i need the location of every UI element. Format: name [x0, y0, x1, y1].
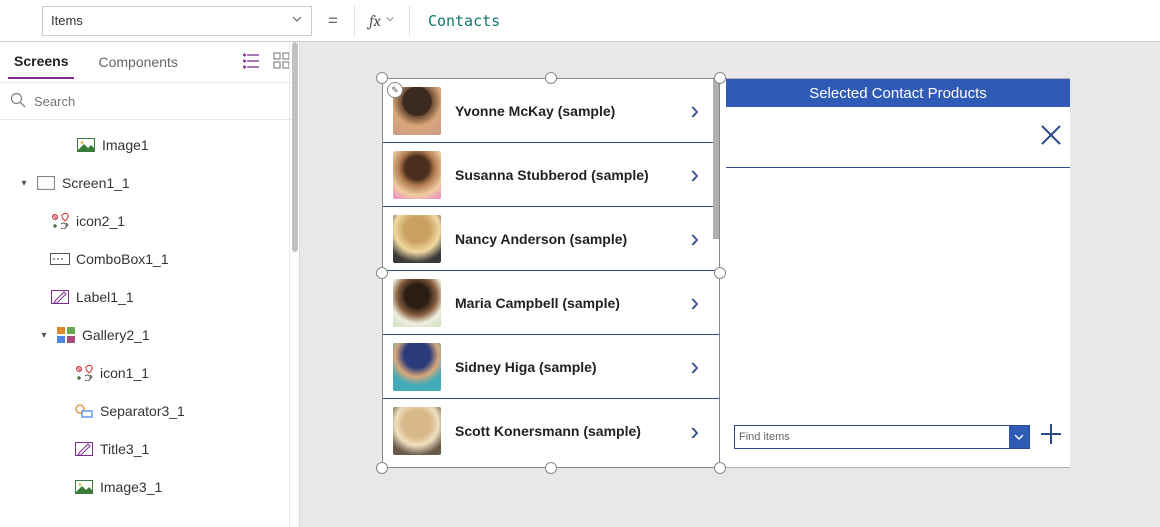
tree-label: Image1: [102, 137, 149, 153]
list-view-icon[interactable]: [243, 52, 261, 73]
tree: Image1 ▾ Screen1_1 icon2_1 ComboBox1_1 L…: [0, 120, 299, 527]
selection-outline: ✎: [382, 78, 720, 468]
search-row: [0, 82, 299, 120]
chevron-down-icon: [291, 13, 303, 28]
group-icon: [50, 213, 70, 229]
search-input[interactable]: [34, 94, 289, 109]
image-icon: [74, 479, 94, 495]
add-icon[interactable]: [1038, 421, 1064, 453]
resize-handle[interactable]: [545, 72, 557, 84]
chevron-down-icon[interactable]: [1009, 426, 1029, 448]
tree-item-separator3-1[interactable]: Separator3_1: [0, 392, 299, 430]
find-items-combobox[interactable]: Find items: [734, 425, 1030, 449]
tree-item-screen1-1[interactable]: ▾ Screen1_1: [0, 164, 299, 202]
gallery-icon: [56, 327, 76, 343]
scrollbar-thumb[interactable]: [292, 42, 298, 252]
resize-handle[interactable]: [714, 462, 726, 474]
divider: [726, 167, 1070, 168]
fx-icon: fx: [369, 12, 381, 30]
edit-pencil-icon[interactable]: ✎: [387, 82, 403, 98]
canvas[interactable]: Yvonne McKay (sample) › Susanna Stubbero…: [300, 42, 1160, 527]
selected-products-panel: Selected Contact Products Find items: [726, 79, 1070, 467]
property-name: Items: [51, 13, 83, 28]
caret-down-icon: ▾: [38, 330, 50, 341]
chevron-down-icon: [385, 14, 395, 27]
fx-dropdown[interactable]: fx: [354, 6, 410, 36]
tree-label: Screen1_1: [62, 175, 130, 191]
separator-icon: [74, 403, 94, 419]
tree-label: ComboBox1_1: [76, 251, 169, 267]
tree-item-gallery2-1[interactable]: ▾ Gallery2_1: [0, 316, 299, 354]
tree-label: icon1_1: [100, 365, 149, 381]
tree-item-image1[interactable]: Image1: [0, 126, 299, 164]
combobox-icon: [50, 251, 70, 267]
formula-text: Contacts: [428, 12, 500, 30]
tree-label: Label1_1: [76, 289, 134, 305]
image-icon: [76, 137, 96, 153]
tree-item-combobox1-1[interactable]: ComboBox1_1: [0, 240, 299, 278]
caret-down-icon: ▾: [18, 178, 30, 189]
formula-input[interactable]: Contacts: [418, 6, 1154, 36]
tree-item-icon2-1[interactable]: icon2_1: [0, 202, 299, 240]
tree-label: Gallery2_1: [82, 327, 150, 343]
tab-components[interactable]: Components: [92, 46, 183, 78]
tree-label: Title3_1: [100, 441, 149, 457]
resize-handle[interactable]: [376, 72, 388, 84]
tree-item-title3-1[interactable]: Title3_1: [0, 430, 299, 468]
close-icon[interactable]: [1038, 111, 1064, 159]
label-icon: [50, 289, 70, 305]
formula-bar: Items = fx Contacts: [0, 0, 1160, 42]
tree-item-icon1-1[interactable]: icon1_1: [0, 354, 299, 392]
resize-handle[interactable]: [714, 72, 726, 84]
resize-handle[interactable]: [545, 462, 557, 474]
search-icon: [10, 92, 26, 111]
equals-sign: =: [320, 11, 346, 31]
resize-handle[interactable]: [714, 267, 726, 279]
tree-label: Image3_1: [100, 479, 162, 495]
property-dropdown[interactable]: Items: [42, 6, 312, 36]
label-icon: [74, 441, 94, 457]
panel-header: Selected Contact Products: [726, 79, 1070, 107]
resize-handle[interactable]: [376, 267, 388, 279]
group-icon: [74, 365, 94, 381]
app-screen: Yvonne McKay (sample) › Susanna Stubbero…: [382, 78, 1070, 468]
tree-item-image3-1[interactable]: Image3_1: [0, 468, 299, 506]
resize-handle[interactable]: [376, 462, 388, 474]
tree-label: icon2_1: [76, 213, 125, 229]
combo-placeholder: Find items: [739, 431, 790, 443]
tree-item-label1-1[interactable]: Label1_1: [0, 278, 299, 316]
tab-screens[interactable]: Screens: [8, 45, 74, 79]
screen-icon: [36, 175, 56, 191]
tree-view-pane: Screens Components Image1: [0, 42, 300, 527]
tree-label: Separator3_1: [100, 403, 185, 419]
